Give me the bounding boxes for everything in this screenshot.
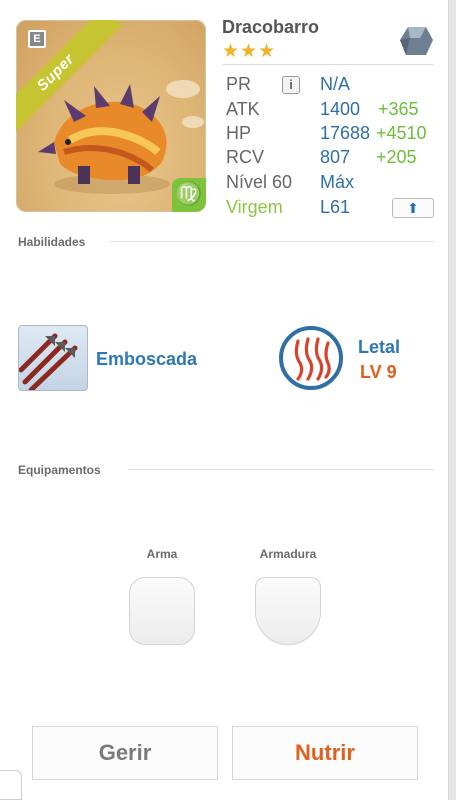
stat-row-pr: PR i N/A [226, 74, 436, 98]
window-edge [448, 0, 456, 800]
stat-value: L61 [320, 197, 351, 217]
stat-label: RCV [226, 147, 265, 167]
zodiac-virgo-icon: ♍ [172, 178, 206, 212]
monster-card[interactable]: Super E ♍ [16, 20, 206, 212]
armor-slot-label: Armadura [259, 547, 317, 561]
evolution-stone-icon[interactable] [398, 24, 434, 58]
stat-bonus: +365 [378, 99, 419, 119]
stat-row-rcv: RCV 807 +205 [226, 147, 436, 171]
upgrade-arrow-button[interactable]: ⬆ [392, 198, 434, 218]
manage-button[interactable]: Gerir [32, 726, 218, 780]
active-skill-icon[interactable] [18, 325, 88, 391]
divider [128, 469, 434, 470]
arrows-icon [19, 333, 78, 390]
active-skill-name: Emboscada [96, 349, 198, 369]
stat-value: 807 [320, 147, 351, 167]
stat-label: ATK [226, 99, 260, 119]
stat-row-sign: Virgem L61 ⬆ [226, 197, 436, 221]
side-tab-handle[interactable] [0, 770, 22, 800]
element-badge: E [28, 30, 46, 48]
star-rating: ★★★ [222, 41, 277, 62]
divider [222, 64, 434, 65]
stat-value: 17688 [320, 123, 371, 143]
stat-label: Nível 60 [226, 172, 293, 192]
divider [110, 241, 434, 242]
weapon-slot-label: Arma [146, 547, 178, 561]
stat-row-atk: ATK 1400 +365 [226, 99, 436, 123]
monster-name: Dracobarro [222, 17, 320, 37]
stat-label: HP [226, 123, 252, 143]
leader-skill-level: LV 9 [360, 362, 397, 382]
stat-row-level: Nível 60 Máx [226, 172, 436, 196]
monster-portrait [38, 84, 170, 194]
feed-button[interactable]: Nutrir [232, 726, 418, 780]
weapon-slot[interactable] [129, 577, 195, 645]
armor-slot[interactable] [255, 577, 321, 645]
info-icon[interactable]: i [282, 76, 300, 94]
stat-value: N/A [320, 74, 351, 94]
background-rock [182, 116, 204, 128]
stat-value: Máx [320, 172, 355, 192]
leader-skill-name: Letal [358, 337, 401, 357]
stat-bonus: +205 [376, 147, 417, 167]
section-title-abilities: Habilidades [18, 235, 86, 249]
arrow-up-icon: ⬆ [407, 200, 419, 216]
section-title-equipment: Equipamentos [18, 463, 101, 477]
stat-value: 1400 [320, 99, 361, 119]
stat-row-hp: HP 17688 +4510 [226, 123, 436, 147]
zodiac-sign-label: Virgem [226, 197, 283, 217]
leader-skill-claw-icon[interactable] [278, 325, 344, 391]
stat-label: PR [226, 74, 252, 94]
stat-bonus: +4510 [376, 123, 427, 143]
